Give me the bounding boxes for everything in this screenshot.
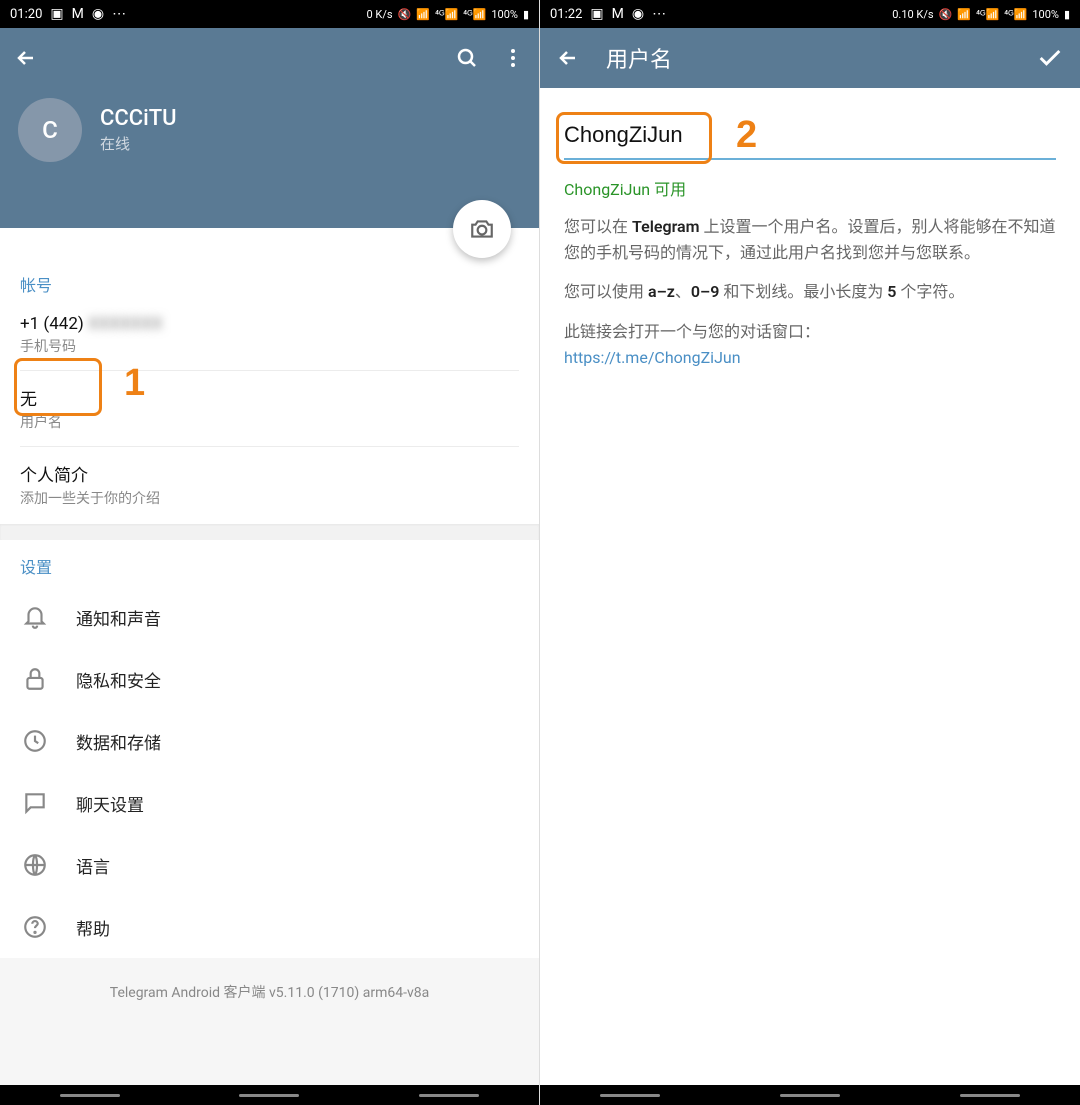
profile-status: 在线	[100, 133, 177, 154]
username-description-1: 您可以在 Telegram 上设置一个用户名。设置后，别人将能够在不知道您的手机…	[540, 200, 1080, 265]
settings-row-help[interactable]: 帮助	[0, 896, 539, 958]
section-title-account: 帐号	[20, 272, 519, 296]
wifi-icon: 📶	[416, 8, 430, 21]
mail-icon: M	[612, 6, 624, 22]
settings-row-notifications[interactable]: 通知和声音	[0, 586, 539, 648]
status-bar: 01:20 ▣ M ◉ ⋯ 0 K/s 🔇 📶 ⁴ᴳ📶 ⁴ᴳ📶 100% ▮	[0, 0, 539, 28]
username-row[interactable]: 无 用户名	[20, 375, 519, 442]
help-icon	[22, 914, 48, 940]
back-button[interactable]	[14, 46, 38, 70]
phone-label: 手机号码	[20, 336, 519, 356]
mute-icon: 🔇	[398, 8, 412, 21]
bell-icon	[22, 604, 48, 630]
mute-icon: 🔇	[939, 8, 953, 21]
status-speed: 0.10 K/s	[892, 8, 933, 21]
wifi-icon: 📶	[957, 8, 971, 21]
section-gap	[0, 524, 539, 540]
battery-icon: ▮	[523, 8, 529, 21]
phone-row[interactable]: +1 (442) XXXXXXX 手机号码	[20, 304, 519, 366]
avatar[interactable]: C	[18, 98, 82, 162]
clock-icon	[22, 728, 48, 754]
status-battery: 100%	[1032, 8, 1059, 21]
username-label: 用户名	[20, 412, 519, 432]
account-section: 帐号 +1 (442) XXXXXXX 手机号码 无 用户名 个人简介 添加一些…	[0, 258, 539, 524]
section-title-settings: 设置	[20, 554, 519, 578]
phone-prefix: +1 (442)	[20, 314, 84, 334]
more-button[interactable]	[501, 46, 525, 70]
username-description-3: 此链接会打开一个与您的对话窗口：	[540, 305, 1080, 345]
profile-header: C CCCiTU 在线	[0, 28, 539, 228]
status-bar: 01:22 ▣ M ◉ ⋯ 0.10 K/s 🔇 📶 ⁴ᴳ📶 ⁴ᴳ📶 100% …	[540, 0, 1080, 28]
settings-row-privacy[interactable]: 隐私和安全	[0, 648, 539, 710]
username-availability: ChongZiJun 可用	[540, 166, 1080, 200]
username-description-2: 您可以使用 a–z、0–9 和下划线。最小长度为 5 个字符。	[540, 265, 1080, 305]
camera-button[interactable]	[453, 200, 511, 258]
status-speed: 0 K/s	[367, 8, 393, 21]
globe-icon	[22, 852, 48, 878]
username-input[interactable]	[564, 118, 1056, 160]
signal-4g-icon: ⁴ᴳ📶	[435, 8, 458, 21]
search-button[interactable]	[455, 46, 479, 70]
more-status-icon: ⋯	[112, 6, 126, 22]
more-status-icon: ⋯	[652, 6, 666, 22]
chat-status-icon: ◉	[632, 6, 644, 22]
signal-4g-icon-2: ⁴ᴳ📶	[1004, 8, 1027, 21]
battery-icon: ▮	[1064, 8, 1070, 21]
status-time: 01:20	[10, 7, 42, 22]
signal-4g-icon: ⁴ᴳ📶	[976, 8, 999, 21]
settings-list: 通知和声音 隐私和安全 数据和存储 聊天设置 语言 帮助	[0, 586, 539, 958]
chat-icon	[22, 790, 48, 816]
nav-bar	[540, 1085, 1080, 1105]
bio-label: 添加一些关于你的介绍	[20, 488, 519, 508]
settings-row-data[interactable]: 数据和存储	[0, 710, 539, 772]
signal-4g-icon-2: ⁴ᴳ📶	[463, 8, 486, 21]
profile-name: CCCiTU	[100, 106, 177, 131]
divider	[20, 370, 519, 371]
mail-icon: M	[72, 6, 84, 22]
picture-icon: ▣	[50, 6, 63, 22]
nav-bar	[0, 1085, 539, 1105]
settings-section: 设置	[0, 540, 539, 586]
picture-icon: ▣	[590, 6, 603, 22]
toolbar-title: 用户名	[606, 42, 672, 74]
settings-row-chat[interactable]: 聊天设置	[0, 772, 539, 834]
chat-status-icon: ◉	[92, 6, 104, 22]
status-time: 01:22	[550, 7, 582, 22]
version-footer: Telegram Android 客户端 v5.11.0 (1710) arm6…	[0, 958, 539, 1105]
username-value: 无	[20, 385, 519, 410]
phone-masked: XXXXXXX	[88, 314, 163, 334]
username-toolbar: 用户名	[540, 28, 1080, 88]
back-button[interactable]	[556, 46, 580, 70]
confirm-button[interactable]	[1036, 44, 1064, 72]
bio-row[interactable]: 个人简介 添加一些关于你的介绍	[20, 451, 519, 518]
settings-row-language[interactable]: 语言	[0, 834, 539, 896]
lock-icon	[22, 666, 48, 692]
divider	[20, 446, 519, 447]
bio-value: 个人简介	[20, 461, 519, 486]
status-battery: 100%	[491, 8, 518, 21]
username-link[interactable]: https://t.me/ChongZiJun	[540, 344, 1080, 371]
